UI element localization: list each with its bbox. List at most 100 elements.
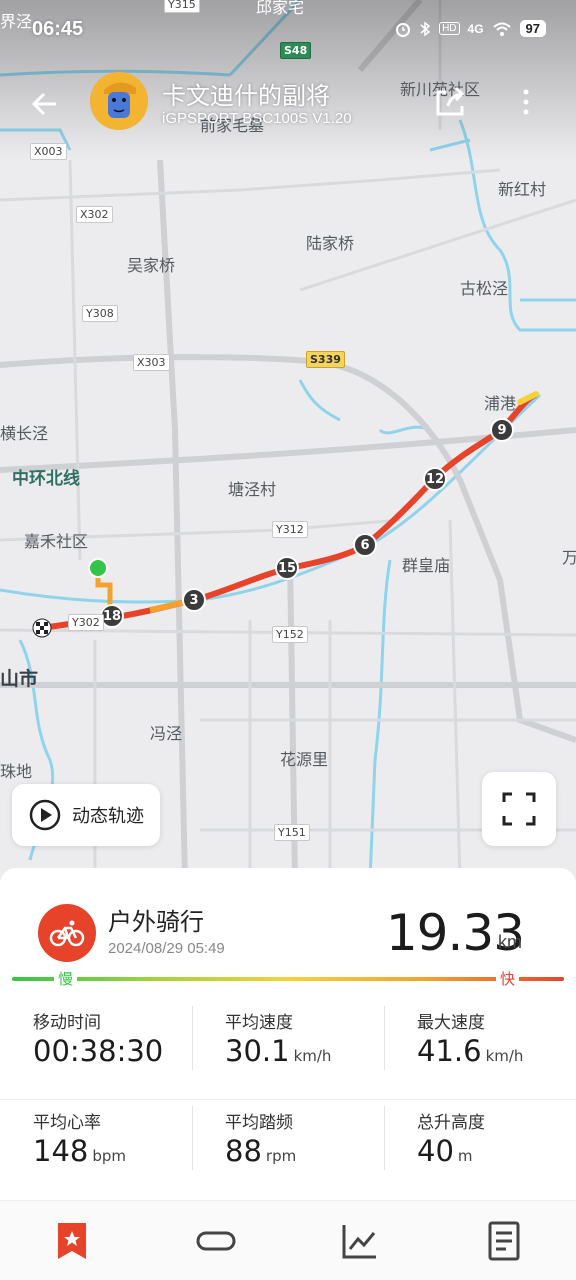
share-icon <box>436 86 465 116</box>
network-type: 4G <box>467 21 484 36</box>
device-name: iGPSPORT BSC100S V1.20 <box>162 110 352 127</box>
track-playback-button[interactable]: 动态轨迹 <box>12 784 160 846</box>
app-header: 卡文迪什的副将 iGPSPORT BSC100S V1.20 <box>0 60 576 150</box>
bluetooth-icon <box>420 21 431 36</box>
km-marker: 6 <box>353 533 377 557</box>
bicycle-icon <box>49 920 85 947</box>
speed-color-scale: 慢 快 <box>12 968 564 990</box>
user-name: 卡文迪什的副将 <box>162 82 330 110</box>
hd-badge: HD <box>439 22 460 35</box>
road-label: S339 <box>306 351 345 368</box>
nav-summary[interactable] <box>50 1219 94 1263</box>
more-vertical-icon <box>523 89 529 115</box>
activity-summary-sheet: 户外骑行 2024/08/29 05:49 19.33 km 慢 快 移动时间 … <box>0 868 576 1200</box>
battery-level: 97 <box>519 20 546 37</box>
stat-label: 平均心率 <box>33 1113 101 1133</box>
scale-slow-label: 慢 <box>54 968 78 989</box>
stat-label: 移动时间 <box>33 1013 101 1033</box>
stat-total-ascent: 总升高度 40 m <box>384 1100 576 1200</box>
stat-unit: bpm <box>92 1147 127 1165</box>
stat-avg-heart-rate: 平均心率 148 bpm <box>0 1100 192 1200</box>
back-button[interactable] <box>26 84 66 124</box>
speed-gradient-bar <box>12 977 564 981</box>
stat-value: 40 m <box>417 1134 473 1168</box>
loop-icon <box>196 1231 236 1251</box>
place-label: 新红村 <box>498 180 547 199</box>
place-label: 山市 <box>0 668 39 690</box>
stat-avg-cadence: 平均踏频 88 rpm <box>192 1100 384 1200</box>
place-label: 中环北线 <box>12 469 80 489</box>
stat-number: 148 <box>33 1134 89 1168</box>
avatar[interactable] <box>90 72 148 130</box>
stat-number: 40 <box>417 1134 454 1168</box>
stat-label: 总升高度 <box>417 1113 485 1133</box>
status-bar: 06:45 HD 4G 97 <box>0 0 576 60</box>
fullscreen-icon <box>502 792 536 826</box>
place-label: 嘉禾社区 <box>24 532 89 551</box>
scale-fast-label: 快 <box>496 968 520 989</box>
km-marker: 9 <box>490 418 514 442</box>
stat-number: 88 <box>225 1134 262 1168</box>
status-icons: HD 4G 97 <box>395 20 546 37</box>
stat-number: 41.6 <box>417 1034 482 1068</box>
stat-avg-speed: 平均速度 30.1 km/h <box>192 1000 384 1100</box>
stat-label: 平均踏频 <box>225 1113 293 1133</box>
more-button[interactable] <box>512 82 540 122</box>
stat-number: 30.1 <box>225 1034 290 1068</box>
stats-row: 移动时间 00:38:30 平均速度 30.1 km/h 最大速度 41.6 km/… <box>0 1000 576 1100</box>
place-label: 横长泾 <box>0 424 49 443</box>
finish-flag-icon <box>32 618 52 638</box>
stat-value: 88 rpm <box>225 1134 296 1168</box>
nav-charts[interactable] <box>338 1219 382 1263</box>
activity-type-icon <box>38 904 96 962</box>
stat-unit: km/h <box>485 1047 524 1065</box>
stat-max-speed: 最大速度 41.6 km/h <box>384 1000 576 1100</box>
play-icon <box>29 799 61 831</box>
nav-details[interactable] <box>482 1219 526 1263</box>
road-label: X302 <box>76 206 113 223</box>
road-label: Y151 <box>274 824 310 841</box>
activity-datetime: 2024/08/29 05:49 <box>108 940 225 957</box>
activity-name: 户外骑行 <box>108 908 204 936</box>
nav-laps[interactable] <box>194 1219 238 1263</box>
share-button[interactable] <box>430 82 470 122</box>
stat-unit: rpm <box>265 1147 297 1165</box>
km-marker: 12 <box>423 467 447 491</box>
stat-number: 00:38:30 <box>33 1034 164 1068</box>
distance-unit: km <box>498 932 522 952</box>
place-label: 花源里 <box>280 750 329 769</box>
document-icon <box>488 1221 520 1261</box>
place-label: 冯泾 <box>150 724 183 743</box>
status-time: 06:45 <box>32 18 84 40</box>
stat-value: 148 bpm <box>33 1134 126 1168</box>
stat-unit: m <box>457 1147 473 1165</box>
road-label: Y302 <box>68 614 104 631</box>
place-label: 万 <box>562 548 576 567</box>
road-label: X303 <box>133 354 170 371</box>
stat-label: 最大速度 <box>417 1013 485 1033</box>
km-marker: 15 <box>275 556 299 580</box>
place-label: 塘泾村 <box>228 480 277 499</box>
start-marker <box>88 558 108 578</box>
back-arrow-icon <box>31 92 56 116</box>
stat-value: 30.1 km/h <box>225 1034 331 1068</box>
place-label: 古松泾 <box>460 279 509 298</box>
place-label: 珠地 <box>0 762 33 781</box>
wifi-icon <box>492 22 511 36</box>
avatar-image <box>90 72 148 130</box>
road-label: Y308 <box>82 305 118 322</box>
stat-label: 平均速度 <box>225 1013 293 1033</box>
bottom-nav <box>0 1200 576 1280</box>
bookmark-star-icon <box>58 1223 86 1259</box>
stat-value: 41.6 km/h <box>417 1034 523 1068</box>
stats-grid: 移动时间 00:38:30 平均速度 30.1 km/h 最大速度 41.6 km/… <box>0 1000 576 1200</box>
place-label: 浦港 <box>484 394 517 413</box>
place-label: 陆家桥 <box>306 234 355 253</box>
stat-moving-time: 移动时间 00:38:30 <box>0 1000 192 1100</box>
km-marker: 3 <box>182 588 206 612</box>
stats-row: 平均心率 148 bpm 平均踏频 88 rpm 总升高度 40 m <box>0 1100 576 1200</box>
fullscreen-button[interactable] <box>482 772 556 846</box>
alarm-icon <box>396 22 411 37</box>
place-label: 群皇庙 <box>402 556 451 575</box>
stat-unit: km/h <box>293 1047 332 1065</box>
